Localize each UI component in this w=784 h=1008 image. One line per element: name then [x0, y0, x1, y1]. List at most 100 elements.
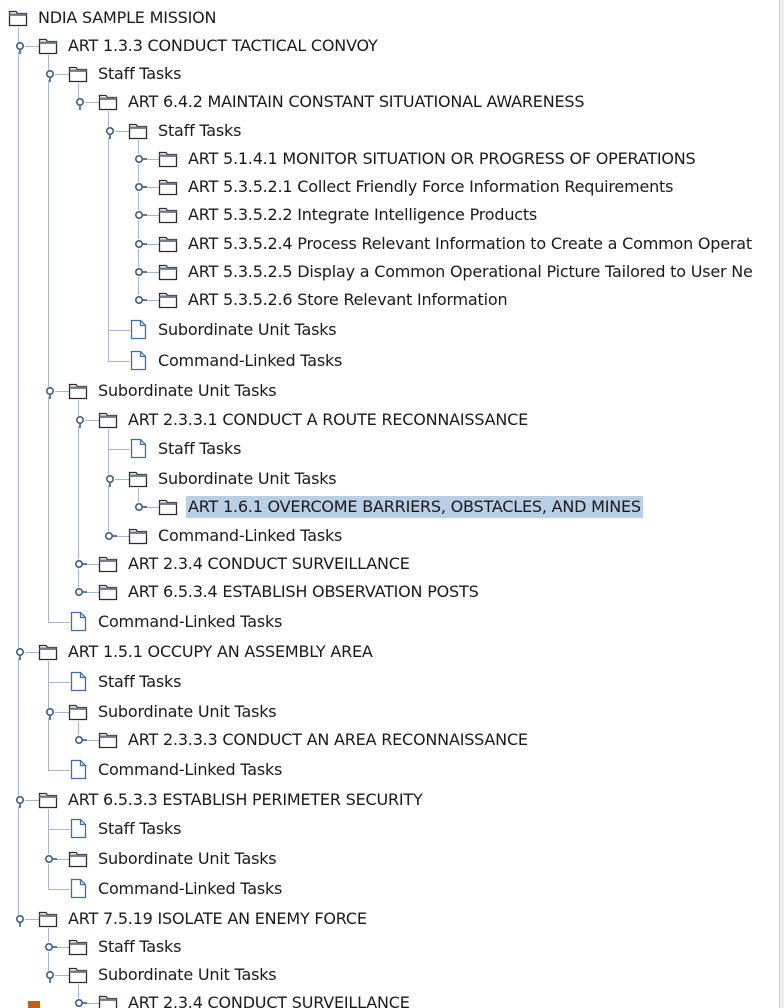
tree-row[interactable]: Subordinate Unit Tasks [0, 963, 780, 987]
tree-node-label[interactable]: NDIA SAMPLE MISSION [36, 7, 218, 29]
tree-row[interactable]: Command-Linked Tasks [0, 610, 780, 634]
tree-node-label[interactable]: ART 5.3.5.2.1 Collect Friendly Force Inf… [186, 176, 675, 198]
tree-row[interactable]: ART 2.3.3.3 CONDUCT AN AREA RECONNAISSAN… [0, 728, 780, 752]
tree-row[interactable]: ART 5.1.4.1 MONITOR SITUATION OR PROGRES… [0, 147, 780, 171]
expand-handle-icon[interactable] [45, 971, 55, 983]
tree-row[interactable]: ART 5.3.5.2.2 Integrate Intelligence Pro… [0, 203, 780, 227]
tree-node-label[interactable]: ART 5.1.4.1 MONITOR SITUATION OR PROGRES… [186, 148, 697, 170]
expand-handle-icon[interactable] [15, 796, 25, 808]
tree-node-label[interactable]: Subordinate Unit Tasks [96, 964, 278, 986]
tree-node-label[interactable]: Subordinate Unit Tasks [96, 701, 278, 723]
tree-row[interactable]: Command-Linked Tasks [0, 349, 780, 373]
tree-row[interactable]: Command-Linked Tasks [0, 758, 780, 782]
expand-handle-icon[interactable] [45, 387, 55, 399]
tree-node-label[interactable]: ART 2.3.3.1 CONDUCT A ROUTE RECONNAISSAN… [126, 409, 530, 431]
collapse-handle-icon[interactable] [135, 154, 147, 164]
tree-node-label[interactable]: ART 2.3.4 CONDUCT SURVEILLANCE [126, 553, 412, 575]
folder-icon [68, 849, 88, 872]
tree-node-label[interactable]: ART 5.3.5.2.5 Display a Common Operation… [186, 261, 755, 283]
tree-node-label[interactable]: ART 1.6.1 OVERCOME BARRIERS, OBSTACLES, … [186, 496, 643, 518]
tree-node-label[interactable]: Staff Tasks [96, 63, 183, 85]
tree-node-label[interactable]: ART 6.5.3.3 ESTABLISH PERIMETER SECURITY [66, 789, 425, 811]
tree-node-label[interactable]: Staff Tasks [96, 936, 183, 958]
collapse-handle-icon[interactable] [135, 182, 147, 192]
tree-row[interactable]: ART 7.5.19 ISOLATE AN ENEMY FORCE [0, 907, 780, 931]
tree-node-label[interactable]: ART 2.3.4 CONDUCT SURVEILLANCE [126, 992, 412, 1008]
expand-handle-icon[interactable] [45, 708, 55, 720]
tree-node-label[interactable]: ART 6.4.2 MAINTAIN CONSTANT SITUATIONAL … [126, 91, 586, 113]
tree-node-label[interactable]: ART 6.5.3.4 ESTABLISH OBSERVATION POSTS [126, 581, 481, 603]
tree-node-label[interactable]: Command-Linked Tasks [156, 350, 344, 372]
tree-row[interactable]: Subordinate Unit Tasks [0, 379, 780, 403]
collapse-handle-icon[interactable] [135, 210, 147, 220]
tree-row[interactable]: ART 6.5.3.3 ESTABLISH PERIMETER SECURITY [0, 788, 780, 812]
tree-row[interactable]: ART 2.3.4 CONDUCT SURVEILLANCE [0, 552, 780, 576]
tree-row[interactable]: ART 1.5.1 OCCUPY AN ASSEMBLY AREA [0, 640, 780, 664]
tree-node-label[interactable]: Staff Tasks [96, 671, 183, 693]
expand-handle-icon[interactable] [105, 475, 115, 487]
tree-node-label[interactable]: Command-Linked Tasks [96, 611, 284, 633]
tree-node-label[interactable]: Command-Linked Tasks [96, 759, 284, 781]
expand-handle-icon[interactable] [15, 648, 25, 660]
expand-handle-icon[interactable] [15, 915, 25, 927]
tree-row[interactable]: Command-Linked Tasks [0, 877, 780, 901]
tree-row[interactable]: Command-Linked Tasks [0, 524, 780, 548]
expand-handle-icon[interactable] [105, 127, 115, 139]
expand-handle-icon[interactable] [75, 416, 85, 428]
tree-node-label[interactable]: ART 7.5.19 ISOLATE AN ENEMY FORCE [66, 908, 369, 930]
collapse-handle-icon[interactable] [75, 998, 87, 1008]
collapse-handle-icon[interactable] [75, 735, 87, 745]
tree-node-label[interactable]: ART 1.5.1 OCCUPY AN ASSEMBLY AREA [66, 641, 375, 663]
tree-row[interactable]: ART 5.3.5.2.5 Display a Common Operation… [0, 260, 780, 284]
tree-node-label[interactable]: Staff Tasks [156, 438, 243, 460]
collapse-handle-icon[interactable] [75, 587, 87, 597]
collapse-handle-icon[interactable] [135, 502, 147, 512]
expand-handle-icon[interactable] [75, 98, 85, 110]
tree-node-label[interactable]: ART 5.3.5.2.2 Integrate Intelligence Pro… [186, 204, 539, 226]
tree-row[interactable]: Staff Tasks [0, 119, 780, 143]
tree-row[interactable]: NDIA SAMPLE MISSION [0, 6, 780, 30]
folder-icon [128, 526, 148, 549]
tree-row[interactable]: Staff Tasks [0, 62, 780, 86]
collapse-handle-icon[interactable] [135, 295, 147, 305]
tree-node-label[interactable]: ART 1.3.3 CONDUCT TACTICAL CONVOY [66, 35, 380, 57]
task-tree[interactable]: NDIA SAMPLE MISSION ART 1.3.3 CONDUCT TAC… [0, 0, 780, 1008]
collapse-handle-icon[interactable] [75, 559, 87, 569]
tree-node-label[interactable]: Subordinate Unit Tasks [156, 319, 338, 341]
tree-node-label[interactable]: ART 5.3.5.2.4 Process Relevant Informati… [186, 233, 754, 255]
tree-node-label[interactable]: Subordinate Unit Tasks [96, 380, 278, 402]
tree-node-label[interactable]: Subordinate Unit Tasks [96, 848, 278, 870]
tree-node-label[interactable]: Command-Linked Tasks [96, 878, 284, 900]
expand-handle-icon[interactable] [45, 70, 55, 82]
tree-row[interactable]: ART 5.3.5.2.6 Store Relevant Information [0, 288, 780, 312]
tree-row[interactable]: ART 1.6.1 OVERCOME BARRIERS, OBSTACLES, … [0, 495, 780, 519]
collapse-handle-icon[interactable] [45, 942, 57, 952]
tree-row[interactable]: ART 2.3.4 CONDUCT SURVEILLANCE [0, 991, 780, 1008]
tree-row[interactable]: ART 6.5.3.4 ESTABLISH OBSERVATION POSTS [0, 580, 780, 604]
tree-row[interactable]: Staff Tasks [0, 437, 780, 461]
tree-node-label[interactable]: ART 5.3.5.2.6 Store Relevant Information [186, 289, 509, 311]
tree-row[interactable]: Subordinate Unit Tasks [0, 467, 780, 491]
tree-node-label[interactable]: Command-Linked Tasks [156, 525, 344, 547]
tree-row[interactable]: ART 6.4.2 MAINTAIN CONSTANT SITUATIONAL … [0, 90, 780, 114]
tree-row[interactable]: ART 5.3.5.2.1 Collect Friendly Force Inf… [0, 175, 780, 199]
tree-node-label[interactable]: Staff Tasks [96, 818, 183, 840]
tree-node-label[interactable]: Staff Tasks [156, 120, 243, 142]
tree-row[interactable]: Staff Tasks [0, 670, 780, 694]
tree-node-label[interactable]: Subordinate Unit Tasks [156, 468, 338, 490]
tree-row[interactable]: Staff Tasks [0, 935, 780, 959]
tree-row[interactable]: ART 1.3.3 CONDUCT TACTICAL CONVOY [0, 34, 780, 58]
tree-row[interactable]: Subordinate Unit Tasks [0, 318, 780, 342]
expand-handle-icon[interactable] [15, 42, 25, 54]
tree-row[interactable]: ART 5.3.5.2.4 Process Relevant Informati… [0, 232, 780, 256]
tree-row[interactable]: Staff Tasks [0, 817, 780, 841]
tree-node-label[interactable]: ART 2.3.3.3 CONDUCT AN AREA RECONNAISSAN… [126, 729, 530, 751]
folder-icon [8, 8, 28, 31]
tree-row[interactable]: Subordinate Unit Tasks [0, 847, 780, 871]
collapse-handle-icon[interactable] [45, 854, 57, 864]
collapse-handle-icon[interactable] [135, 239, 147, 249]
tree-row[interactable]: ART 2.3.3.1 CONDUCT A ROUTE RECONNAISSAN… [0, 408, 780, 432]
tree-row[interactable]: Subordinate Unit Tasks [0, 700, 780, 724]
collapse-handle-icon[interactable] [105, 531, 117, 541]
collapse-handle-icon[interactable] [135, 267, 147, 277]
